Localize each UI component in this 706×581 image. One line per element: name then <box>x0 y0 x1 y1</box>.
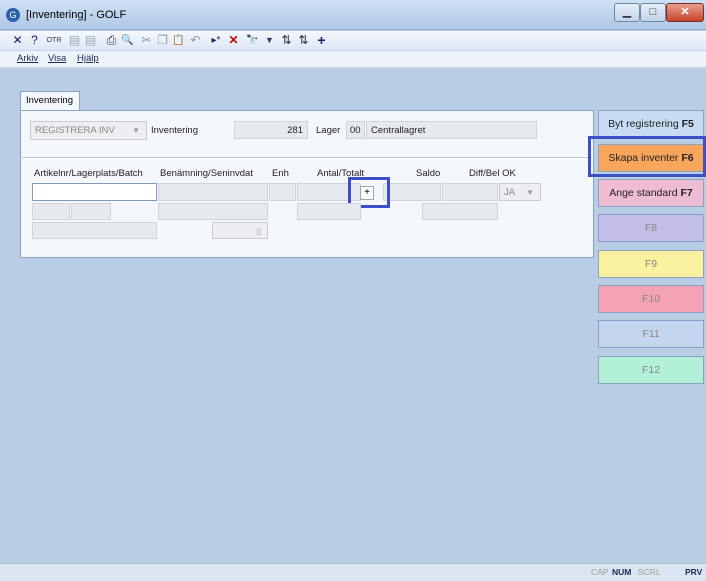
chevron-down-icon: ▼ <box>132 126 140 135</box>
document-icon[interactable]: ▤ <box>67 33 82 48</box>
ange-standard-button[interactable]: Ange standard F7 <box>598 179 704 207</box>
inventering-label: Inventering <box>151 125 199 136</box>
insert-row-icon[interactable]: ▸* <box>207 33 225 48</box>
saldo-field <box>383 183 441 201</box>
lager-code-field: 00 <box>346 121 365 139</box>
app-icon: G <box>6 8 20 22</box>
column-saldo: Saldo <box>416 168 441 179</box>
lager-code: 00 <box>350 125 361 136</box>
column-enh: Enh <box>272 168 289 179</box>
ok-value: JA <box>504 187 516 198</box>
menu-hjalp[interactable]: Hjälp <box>77 53 99 64</box>
f8-button[interactable]: F8 <box>598 214 704 242</box>
menu-arkiv[interactable]: Arkiv <box>17 53 38 64</box>
inventering-number: 281 <box>287 125 303 136</box>
batch-field[interactable] <box>71 203 111 220</box>
f10-button[interactable]: F10 <box>598 285 704 313</box>
menu-bar: Arkiv Visa Hjälp <box>0 51 706 68</box>
tab-inventering[interactable]: Inventering <box>20 91 80 111</box>
seninvdat-field <box>158 203 268 220</box>
scroll-icon: ▯ <box>256 227 261 236</box>
print-preview-icon[interactable]: 🔍 <box>120 33 135 48</box>
divider <box>22 157 592 159</box>
delete-row-icon[interactable]: ✕ <box>226 33 241 48</box>
menu-visa[interactable]: Visa <box>48 53 66 64</box>
chevron-down-icon: ▼ <box>526 188 534 197</box>
column-diff: Diff/Bel OK <box>469 168 516 179</box>
num-indicator: NUM <box>612 567 632 577</box>
window-title: [Inventering] - GOLF <box>26 9 127 21</box>
undo-icon[interactable]: ↶ <box>188 33 203 48</box>
f12-button[interactable]: F12 <box>598 356 704 384</box>
add-icon[interactable]: + <box>314 33 329 48</box>
highlight-box <box>588 136 706 177</box>
lager-label: Lager <box>316 125 341 136</box>
status-bar: CAP NUM SCRL PRV <box>0 563 706 581</box>
minimize-button[interactable]: ▁ <box>614 3 640 22</box>
enh-field <box>269 183 296 201</box>
diff-field <box>442 183 498 201</box>
byt-registrering-button[interactable]: Byt registrering F5 <box>598 110 704 138</box>
toolbar: ✕ ? OTR ▤ ▤ ⎙ 🔍 ✂ ❐ 📋 ↶ ▸* ✕ 🔭 ▼ ⇅ ⇅ + <box>0 31 706 51</box>
column-benamning: Benämning/Seninvdat <box>160 168 253 179</box>
print-icon[interactable]: ⎙ <box>104 33 119 48</box>
sort-desc-icon[interactable]: ⇅ <box>296 33 311 48</box>
filter-icon[interactable]: ▼ <box>262 33 277 48</box>
otr-icon[interactable]: OTR <box>45 33 63 48</box>
benamning-field <box>158 183 268 201</box>
f11-button[interactable]: F11 <box>598 320 704 348</box>
document-copy-icon[interactable]: ▤ <box>83 33 98 48</box>
close-button[interactable]: ✕ <box>666 3 704 22</box>
cap-indicator: CAP <box>591 567 609 577</box>
maximize-button[interactable]: □ <box>640 3 666 22</box>
prv-indicator: PRV <box>685 567 703 577</box>
totalt-field <box>297 203 361 220</box>
row3-select[interactable]: ▯ <box>212 222 268 239</box>
ok-select[interactable]: JA ▼ <box>499 183 541 201</box>
lager-name-field: Centrallagret <box>366 121 537 139</box>
help-icon[interactable]: ? <box>27 33 42 48</box>
lager-name: Centrallagret <box>371 125 426 136</box>
belopp-field <box>422 203 498 220</box>
title-bar: G [Inventering] - GOLF ▁ □ ✕ <box>0 0 706 30</box>
find-icon[interactable]: 🔭 <box>245 33 260 48</box>
f9-button[interactable]: F9 <box>598 250 704 278</box>
copy-icon[interactable]: ❐ <box>155 33 170 48</box>
scrl-indicator: SCRL <box>638 567 661 577</box>
delete-icon[interactable]: ✕ <box>10 33 25 48</box>
cut-icon[interactable]: ✂ <box>139 33 154 48</box>
sort-asc-icon[interactable]: ⇅ <box>279 33 294 48</box>
registration-type-select[interactable]: REGISTRERA INV ▼ <box>30 121 147 140</box>
row3-field <box>32 222 157 239</box>
registration-type-value: REGISTRERA INV <box>35 125 115 136</box>
lagerplats-field[interactable] <box>32 203 70 220</box>
column-artikel: Artikelnr/Lagerplats/Batch <box>34 168 143 179</box>
paste-icon[interactable]: 📋 <box>171 33 186 48</box>
artikelnr-input[interactable] <box>32 183 157 201</box>
inventering-number-field: 281 <box>234 121 308 139</box>
